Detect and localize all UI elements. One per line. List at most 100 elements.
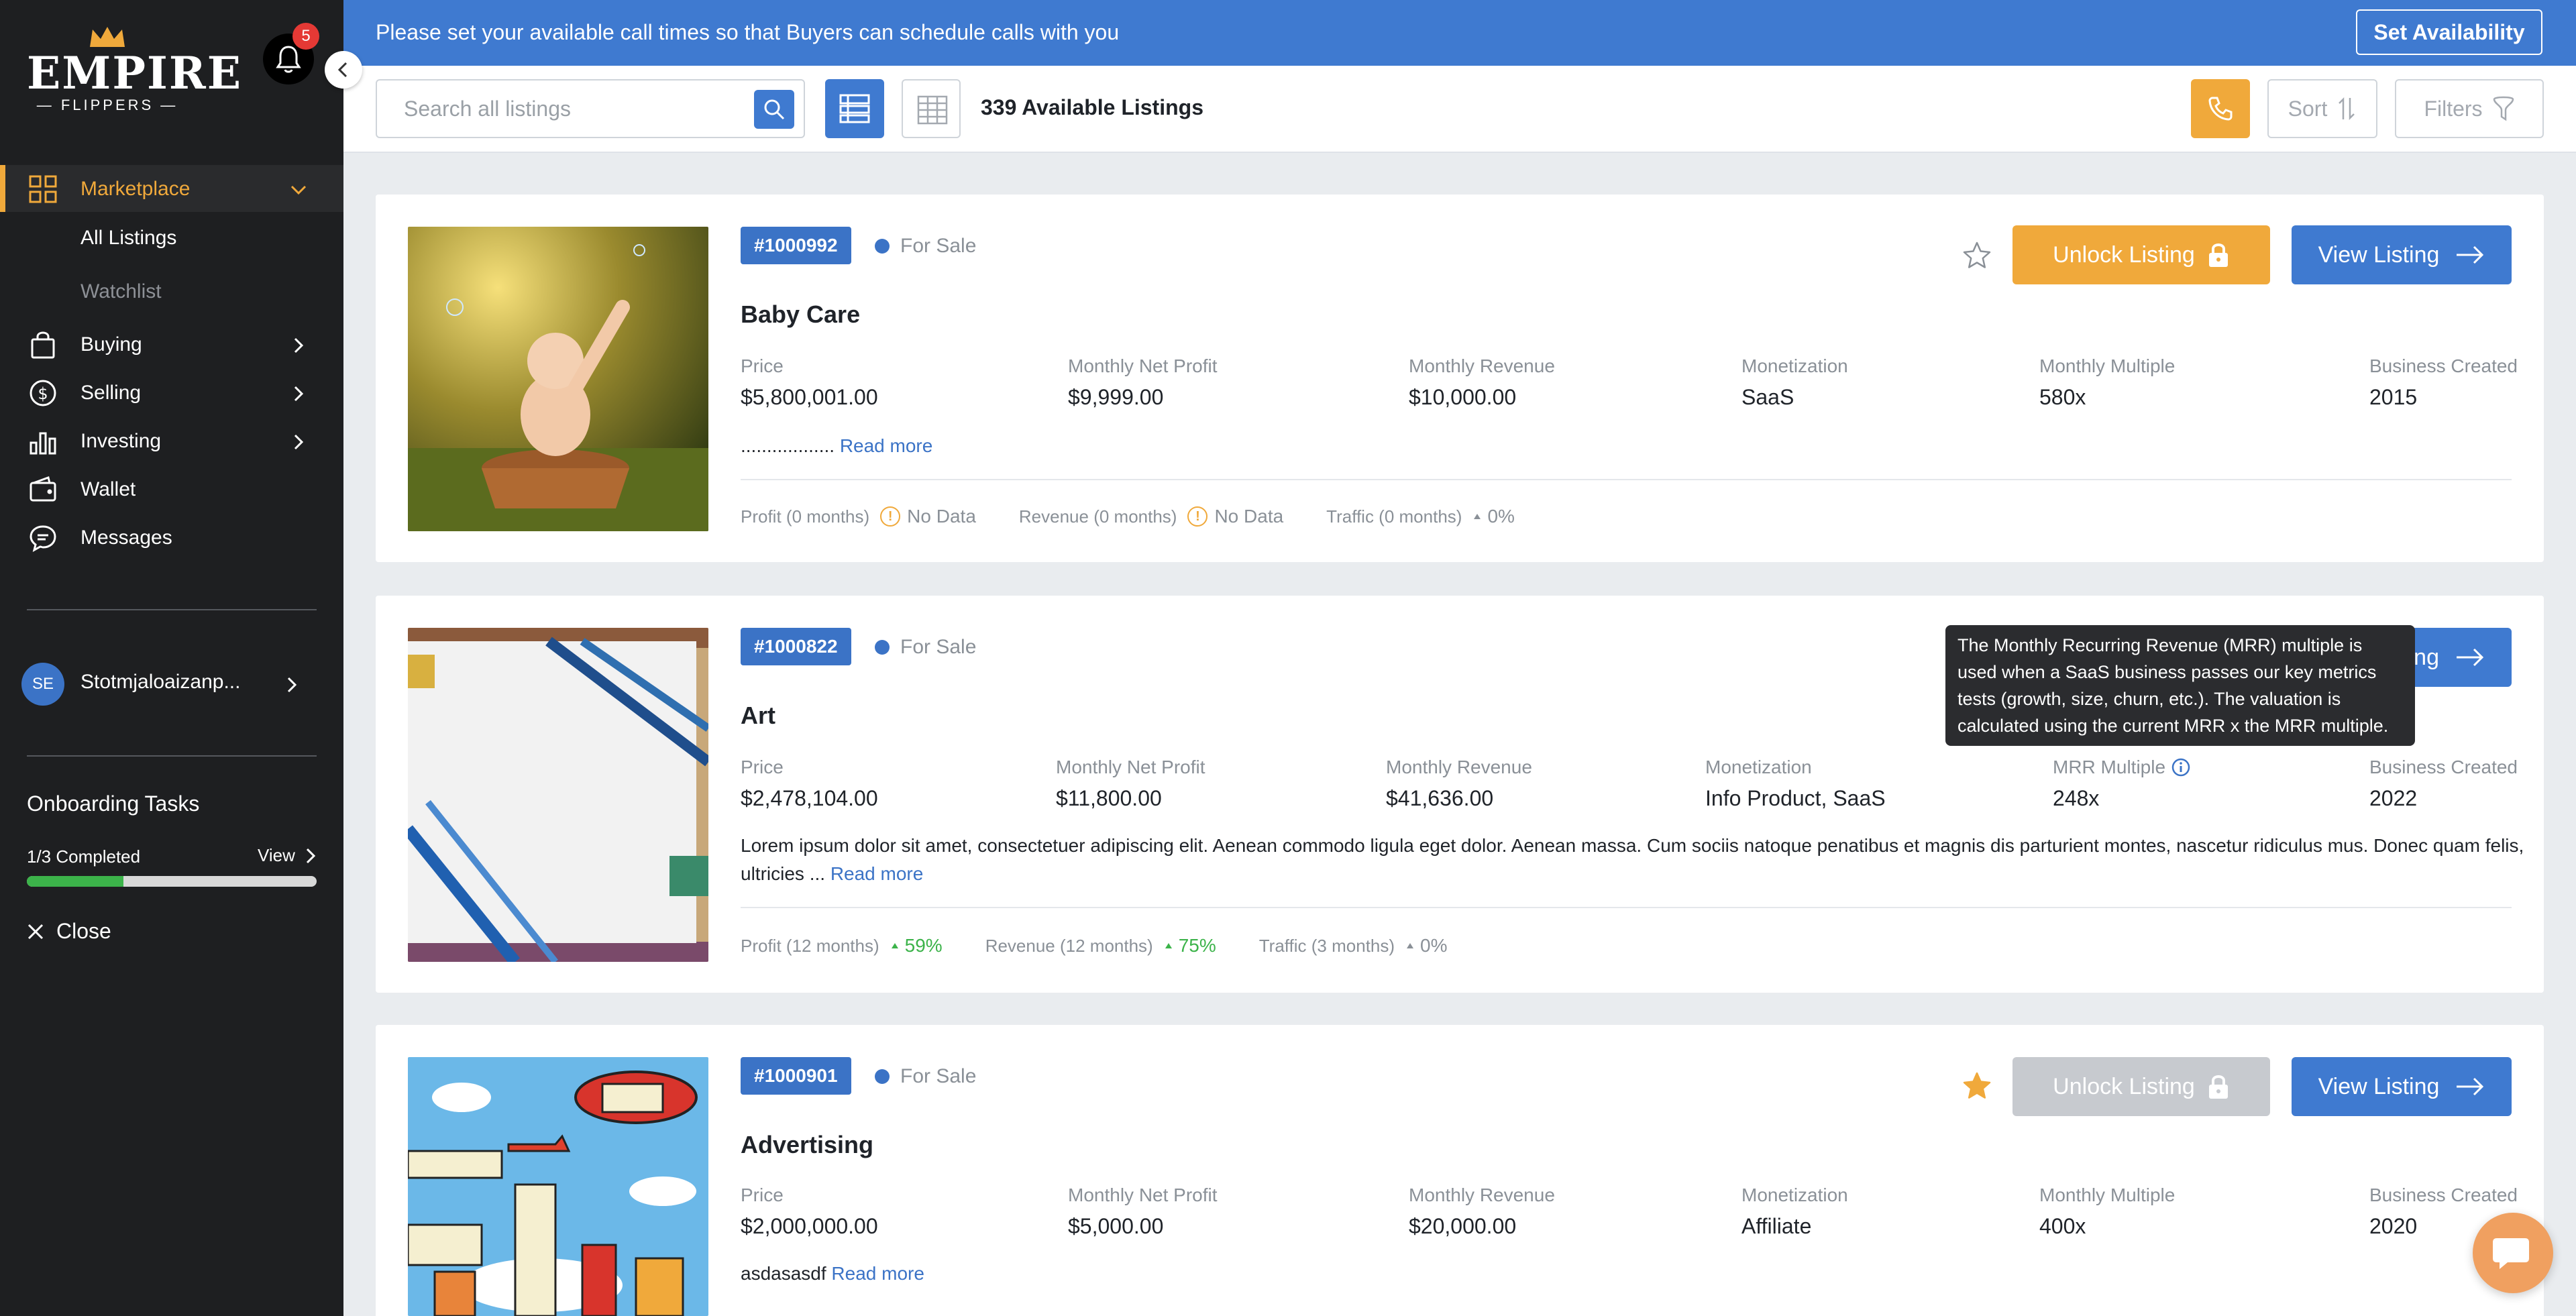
watchlist-star-icon[interactable]: [1962, 1071, 1992, 1101]
onboarding-progress-fill: [27, 876, 123, 887]
metric-net-profit: Monthly Net Profit $9,999.00: [1068, 355, 1218, 409]
chevron-right-icon: [294, 434, 304, 450]
view-listing-button[interactable]: View Listing: [2292, 1057, 2512, 1116]
set-availability-button[interactable]: Set Availability: [2356, 9, 2542, 55]
listing-title[interactable]: Advertising: [741, 1131, 873, 1159]
read-more-link[interactable]: Read more: [840, 435, 933, 456]
arrow-right-icon: [2457, 648, 2484, 667]
sidebar: EMPIRE — FLIPPERS — 5 Marketplace All Li…: [0, 0, 343, 1316]
notifications-button[interactable]: 5: [263, 23, 319, 85]
info-icon[interactable]: [2171, 757, 2191, 777]
schedule-call-button[interactable]: [2191, 79, 2250, 138]
status-dot: [875, 239, 890, 254]
avatar[interactable]: SE: [21, 663, 64, 706]
listing-stats: Profit (12 months) 59% Revenue (12 months…: [741, 932, 1491, 959]
sidebar-item-investing[interactable]: Investing: [27, 421, 309, 461]
metric-price: Price $5,800,001.00: [741, 355, 878, 409]
arrow-right-icon: [2457, 1077, 2484, 1096]
unlock-listing-button[interactable]: Unlock Listing: [2012, 225, 2270, 284]
username[interactable]: Stotmjaloaizanp...: [80, 671, 240, 694]
filter-icon: [2493, 96, 2514, 121]
close-onboarding-button[interactable]: Close: [27, 919, 111, 944]
available-listings-count: 339 Available Listings: [981, 95, 1203, 119]
svg-text:$: $: [38, 384, 48, 403]
read-more-link[interactable]: Read more: [831, 1263, 924, 1284]
banner-text: Please set your available call times so …: [376, 20, 1120, 44]
sidebar-divider: [27, 609, 317, 610]
sidebar-item-buying[interactable]: Buying: [27, 325, 309, 365]
search-input[interactable]: [404, 94, 753, 123]
view-listing-button[interactable]: View Listing: [2292, 225, 2512, 284]
status-dot: [875, 640, 890, 655]
listing-description: asdasasdf Read more: [741, 1263, 924, 1284]
card-divider: [741, 907, 2512, 908]
availability-banner: Please set your available call times so …: [343, 0, 2576, 66]
chevron-left-icon: [337, 62, 347, 78]
chevron-right-icon: [306, 848, 316, 863]
logo-sub: — FLIPPERS —: [36, 97, 178, 113]
metric-monetization: Monetization SaaS: [1741, 355, 1848, 409]
trend-up-icon: [891, 943, 898, 948]
unlock-listing-button[interactable]: Unlock Listing: [2012, 1057, 2270, 1116]
table-view-icon: [917, 95, 948, 125]
listing-thumbnail[interactable]: [408, 1057, 708, 1316]
baby-photo: [408, 227, 708, 531]
watchlist-star-icon[interactable]: [1962, 240, 1992, 271]
trend-up-icon: [1165, 943, 1172, 948]
metric-revenue: Monthly Revenue $20,000.00: [1409, 1185, 1555, 1238]
sort-button[interactable]: Sort: [2267, 79, 2377, 138]
sidebar-item-messages[interactable]: Messages: [27, 518, 309, 558]
listing-title[interactable]: Baby Care: [741, 300, 860, 329]
dollar-icon: $: [27, 377, 59, 409]
search-button[interactable]: [754, 90, 794, 129]
chat-widget-button[interactable]: [2473, 1213, 2553, 1293]
metric-net-profit: Monthly Net Profit $11,800.00: [1056, 757, 1205, 810]
bell-icon: [276, 46, 301, 73]
metric-price: Price $2,000,000.00: [741, 1185, 878, 1238]
chevron-right-icon[interactable]: [282, 675, 302, 695]
metric-monetization: Monetization Affiliate: [1741, 1185, 1848, 1238]
onboarding-view-link[interactable]: View: [258, 845, 318, 866]
collapse-sidebar-button[interactable]: [325, 51, 362, 89]
sidebar-divider: [27, 755, 317, 757]
filters-button[interactable]: Filters: [2395, 79, 2544, 138]
sidebar-item-selling[interactable]: $ Selling: [27, 373, 309, 413]
listing-id-badge[interactable]: #1000901: [741, 1057, 851, 1095]
listing-id-badge[interactable]: #1000822: [741, 628, 851, 665]
listing-title[interactable]: Art: [741, 702, 775, 730]
sidebar-item-label: Messages: [80, 527, 172, 549]
empire-flippers-logo[interactable]: EMPIRE — FLIPPERS —: [27, 24, 241, 113]
listing-thumbnail[interactable]: [408, 227, 708, 531]
metric-price: Price $2,478,104.00: [741, 757, 878, 810]
trend-flat-icon: [1474, 514, 1481, 519]
unlock-label: Unlock Listing: [2053, 1073, 2195, 1099]
advertising-illustration: [408, 1057, 708, 1316]
read-more-link[interactable]: Read more: [830, 863, 924, 884]
metric-net-profit: Monthly Net Profit $5,000.00: [1068, 1185, 1218, 1238]
listing-status: For Sale: [875, 235, 976, 258]
close-label: Close: [56, 919, 111, 943]
search-icon: [764, 99, 785, 120]
warning-icon: !: [880, 506, 901, 527]
sidebar-item-marketplace[interactable]: Marketplace: [27, 169, 309, 209]
lock-icon: [2208, 1075, 2228, 1099]
onboarding-count: 1/3 Completed: [27, 846, 141, 867]
list-view-button[interactable]: [825, 79, 884, 138]
listing-thumbnail[interactable]: [408, 628, 708, 962]
view-label: View Listing: [2318, 241, 2440, 268]
metric-revenue: Monthly Revenue $41,636.00: [1386, 757, 1532, 810]
sidebar-item-label: Buying: [80, 333, 142, 355]
sidebar-item-watchlist[interactable]: Watchlist: [80, 280, 162, 303]
sidebar-item-all-listings[interactable]: All Listings: [80, 227, 176, 250]
metric-monetization: Monetization Info Product, SaaS: [1705, 757, 1886, 810]
table-view-button[interactable]: [902, 79, 961, 138]
bar-chart-icon: [27, 425, 59, 457]
listing-id-badge[interactable]: #1000992: [741, 227, 851, 264]
view-label: View Listing: [2318, 1073, 2440, 1099]
listing-status: For Sale: [875, 636, 976, 659]
sidebar-item-wallet[interactable]: Wallet: [27, 470, 309, 510]
chat-bubble-icon: [27, 522, 59, 554]
status-dot: [875, 1069, 890, 1084]
search-box: [376, 79, 805, 138]
notifications-badge: 5: [292, 23, 319, 50]
